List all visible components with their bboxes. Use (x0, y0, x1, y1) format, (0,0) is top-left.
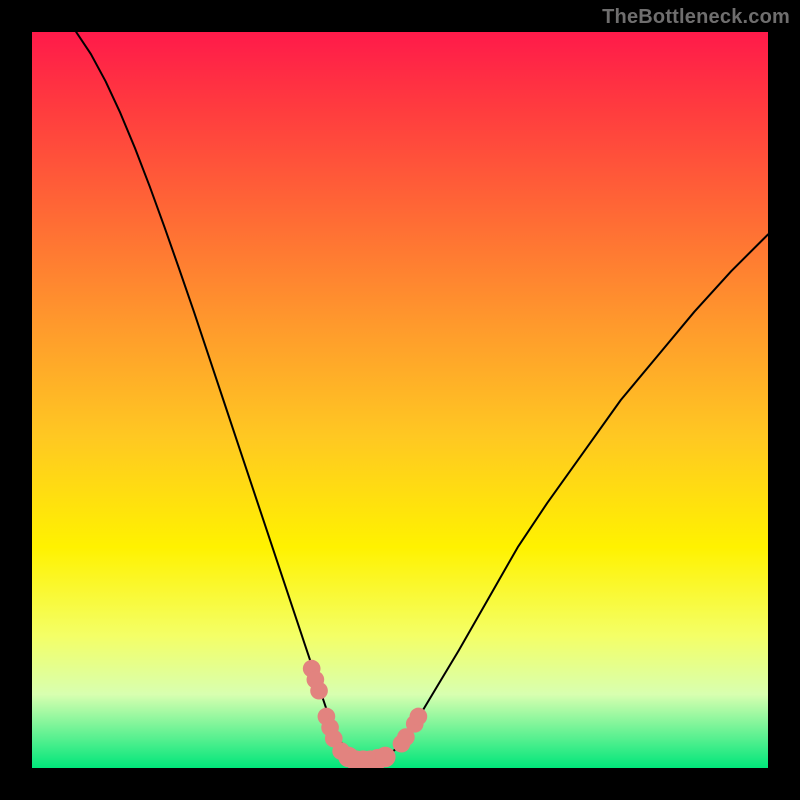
data-marker (310, 682, 328, 700)
watermark-text: TheBottleneck.com (602, 6, 790, 29)
plot-area (32, 32, 768, 768)
marker-group (303, 660, 427, 768)
data-marker (410, 708, 428, 726)
bottleneck-curve-line (76, 32, 768, 761)
chart-stage: TheBottleneck.com (0, 0, 800, 800)
data-marker (375, 747, 396, 768)
chart-svg (32, 32, 768, 768)
